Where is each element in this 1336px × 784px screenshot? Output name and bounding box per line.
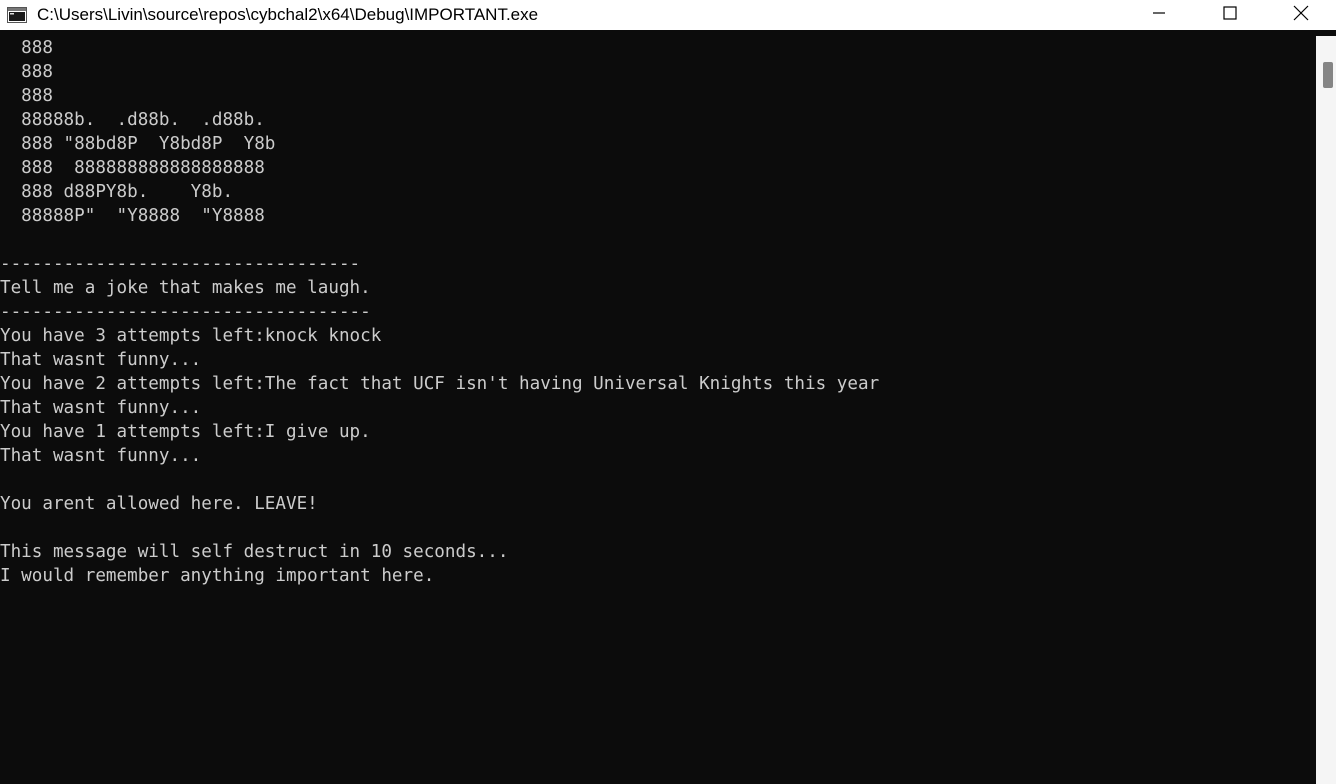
console-line: ---------------------------------- — [0, 254, 361, 274]
minimize-icon — [1152, 6, 1166, 25]
console-text: 888 888 888 88888b. .d88b. .d88b. 888 "8… — [0, 36, 1314, 588]
console-line: 888 — [0, 86, 53, 106]
scrollbar-thumb[interactable] — [1323, 62, 1333, 88]
console-line: This message will self destruct in 10 se… — [0, 542, 509, 562]
window-title: C:\Users\Livin\source\repos\cybchal2\x64… — [37, 5, 539, 24]
console-line: That wasnt funny... — [0, 350, 202, 370]
close-button[interactable] — [1265, 0, 1336, 30]
console-app-icon — [7, 7, 27, 23]
console-line: Tell me a joke that makes me laugh. — [0, 278, 371, 298]
console-line: You arent allowed here. LEAVE! — [0, 494, 318, 514]
maximize-button[interactable] — [1194, 0, 1265, 30]
console-line: 888 — [0, 38, 53, 58]
console-line: 88888P" "Y8888 "Y8888 — [0, 206, 265, 226]
console-line: You have 1 attempts left:I give up. — [0, 422, 371, 442]
console-line: You have 3 attempts left:knock knock — [0, 326, 382, 346]
maximize-icon — [1222, 5, 1237, 25]
close-icon — [1293, 5, 1309, 26]
vertical-scrollbar[interactable] — [1316, 36, 1336, 784]
console-line: 888 "88bd8P Y8bd8P Y8b — [0, 134, 276, 154]
console-line: 888 888888888888888888 — [0, 158, 265, 178]
console-window: C:\Users\Livin\source\repos\cybchal2\x64… — [0, 0, 1336, 784]
console-line: 88888b. .d88b. .d88b. — [0, 110, 265, 130]
console-line: I would remember anything important here… — [0, 566, 435, 586]
title-bar[interactable]: C:\Users\Livin\source\repos\cybchal2\x64… — [0, 0, 1336, 30]
console-line: That wasnt funny... — [0, 398, 202, 418]
console-line: 888 d88PY8b. Y8b. — [0, 182, 234, 202]
console-line: You have 2 attempts left:The fact that U… — [0, 374, 880, 394]
minimize-button[interactable] — [1123, 0, 1194, 30]
console-line: 888 — [0, 62, 53, 82]
window-controls — [1123, 0, 1336, 30]
console-line: ----------------------------------- — [0, 302, 371, 322]
console-output[interactable]: 888 888 888 88888b. .d88b. .d88b. 888 "8… — [0, 36, 1314, 784]
console-line: That wasnt funny... — [0, 446, 202, 466]
